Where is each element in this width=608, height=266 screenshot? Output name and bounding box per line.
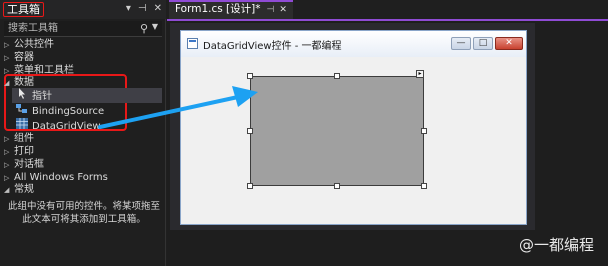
minimize-button[interactable]: — (451, 37, 471, 50)
resize-handle-se[interactable] (421, 183, 427, 189)
datagridview-control[interactable] (250, 76, 424, 186)
pointer-icon (12, 88, 32, 104)
resize-handle-e[interactable] (421, 128, 427, 134)
toolbox-item-pointer[interactable]: 指针 (12, 88, 162, 103)
form-app-icon (187, 38, 198, 49)
search-icon[interactable]: ⚲ (140, 22, 148, 35)
toolbox-title[interactable]: 工具箱 (3, 2, 44, 17)
category-common-controls[interactable]: ▷ 公共控件 (4, 38, 54, 51)
toolbox-item-bindingsource[interactable]: BindingSource (12, 103, 162, 118)
form-caption: DataGridView控件 - 一都编程 (203, 41, 342, 52)
dropdown-icon[interactable]: ▾ (126, 3, 131, 14)
category-printing[interactable]: ▷ 打印 (4, 145, 34, 158)
category-containers[interactable]: ▷ 容器 (4, 51, 34, 64)
tab-form1-designer[interactable]: Form1.cs [设计]* ⊣ ✕ (169, 0, 293, 19)
resize-handle-w[interactable] (247, 128, 253, 134)
resize-handle-sw[interactable] (247, 183, 253, 189)
category-components[interactable]: ▷ 组件 (4, 132, 34, 145)
toolbox-panel: 工具箱 ▾ ⊣ ✕ ⚲ ▼ ▷公共控件 ▷容器 ▷菜单和工具栏 ◢数据 指针 B… (0, 0, 166, 266)
tab-label: Form1.cs [设计]* (175, 3, 261, 15)
toolbox-search: ⚲ ▼ (4, 21, 162, 37)
empty-group-message: 此组中没有可用的控件。将某项拖至此文本可将其添加到工具箱。 (8, 201, 161, 225)
smart-tag-icon[interactable]: ▸ (416, 70, 424, 78)
pin-tab-icon[interactable]: ⊣ (267, 5, 275, 15)
search-options-chevron-icon[interactable]: ▼ (152, 22, 158, 31)
category-general[interactable]: ◢ 常规 (4, 183, 34, 196)
document-tab-bar: Form1.cs [设计]* ⊣ ✕ (167, 0, 608, 19)
bindingsource-icon (12, 103, 32, 119)
maximize-button[interactable]: □ (473, 37, 493, 50)
form-close-button[interactable]: ✕ (495, 37, 523, 50)
collapse-arrow-icon: ◢ (4, 186, 10, 194)
pin-icon[interactable]: ⊣ (138, 3, 147, 14)
toolbox-header-icons: ▾ ⊣ ✕ (126, 3, 162, 14)
toolbox-item-datagridview[interactable]: DataGridView (12, 118, 162, 133)
form-titlebar: DataGridView控件 - 一都编程 — □ ✕ (181, 31, 526, 57)
resize-handle-nw[interactable] (247, 73, 253, 79)
category-dialogs[interactable]: ▷ 对话框 (4, 158, 44, 171)
resize-handle-n[interactable] (334, 73, 340, 79)
close-icon[interactable]: ✕ (154, 3, 162, 14)
toolbox-header: 工具箱 ▾ ⊣ ✕ (0, 0, 166, 19)
close-tab-icon[interactable]: ✕ (279, 5, 287, 15)
resize-handle-s[interactable] (334, 183, 340, 189)
watermark-text: @一都编程 (518, 236, 594, 254)
toolbox-search-input[interactable] (6, 21, 134, 36)
